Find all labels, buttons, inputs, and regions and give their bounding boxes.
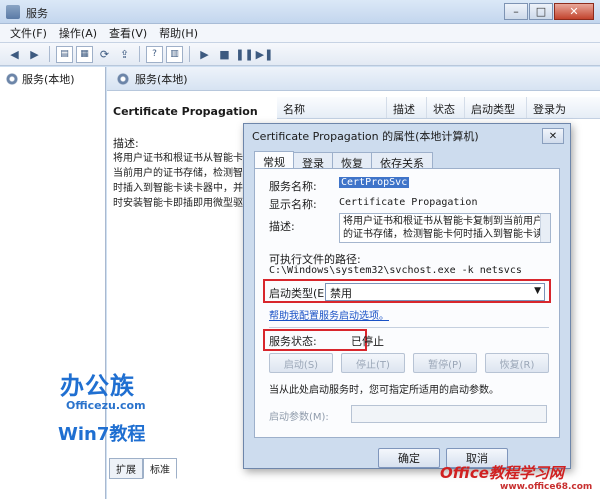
properties-icon[interactable]: ▦ [76, 45, 93, 63]
menu-bar: 文件(F) 操作(A) 查看(V) 帮助(H) [0, 24, 600, 43]
forward-arrow-icon[interactable]: ▶ [26, 46, 43, 63]
tree-item-label: 服务(本地) [22, 73, 75, 86]
menu-action[interactable]: 操作(A) [53, 25, 103, 41]
service-name-label: 服务名称: [269, 180, 317, 193]
stop-button[interactable]: 停止(T) [341, 353, 405, 373]
watermark-site: Officezu.com [66, 399, 146, 412]
gear-icon [117, 72, 129, 85]
gear-icon [6, 73, 18, 85]
description-text: 将用户证书和根证书从智能卡复 当前用户的证书存储，检测智能 时插入到智能卡读卡器… [113, 151, 263, 211]
column-status[interactable]: 状态 [427, 97, 465, 118]
stop-icon[interactable]: ■ [216, 46, 233, 63]
dialog-title: Certificate Propagation 的属性(本地计算机) [252, 130, 479, 143]
window-controls: – □ ✕ [504, 3, 594, 20]
description-scrollbar[interactable] [540, 214, 550, 242]
tree-item-local-services[interactable]: 服务(本地) [6, 71, 75, 87]
display-name-label: 显示名称: [269, 198, 317, 211]
maximize-button[interactable]: □ [529, 3, 553, 20]
watermark-win7: Win7教程 [58, 424, 146, 445]
window-title: 服务 [26, 7, 48, 20]
pane-header-title: 服务(本地) [135, 72, 188, 86]
startup-type-label: 启动类型(E): [269, 287, 333, 300]
configure-startup-link[interactable]: 帮助我配置服务启动选项。 [269, 307, 389, 322]
service-status-value: 已停止 [351, 335, 384, 348]
pause-button[interactable]: 暂停(P) [413, 353, 477, 373]
services-app-icon [6, 5, 20, 19]
dialog-close-button[interactable]: ✕ [542, 128, 564, 144]
startup-type-value: 禁用 [330, 287, 352, 300]
back-arrow-icon[interactable]: ◀ [6, 46, 23, 63]
refresh-icon[interactable]: ⟳ [96, 46, 113, 63]
description-line: 当前用户的证书存储，检测智能 [113, 168, 253, 179]
menu-file[interactable]: 文件(F) [4, 25, 53, 41]
close-button[interactable]: ✕ [554, 3, 594, 20]
display-name-value[interactable]: Certificate Propagation [339, 197, 477, 208]
exe-path-value[interactable]: C:\Windows\system32\svchost.exe -k netsv… [269, 265, 522, 276]
column-description[interactable]: 描述 [387, 97, 427, 118]
column-startup-type[interactable]: 启动类型 [465, 97, 527, 118]
play-icon[interactable]: ▶ [196, 46, 213, 63]
watermark-logo: 办公族 [60, 372, 135, 400]
toolbar-separator [189, 46, 190, 62]
tab-extended[interactable]: 扩展 [109, 458, 143, 479]
window-titlebar: 服务 – □ ✕ [0, 0, 600, 24]
toolbar: ◀ ▶ ▤ ▦ ⟳ ⇪ ? ▥ ▶ ■ ❚❚ ▶❚ [0, 43, 600, 66]
column-logon-as[interactable]: 登录为 [527, 97, 600, 118]
menu-view[interactable]: 查看(V) [103, 25, 153, 41]
column-name[interactable]: 名称 [277, 97, 387, 118]
help-icon[interactable]: ? [146, 45, 163, 63]
chevron-down-icon: ▼ [534, 286, 541, 296]
toolbar-separator [139, 46, 140, 62]
start-button[interactable]: 启动(S) [269, 353, 333, 373]
start-params-label: 启动参数(M): [269, 412, 329, 423]
toolbar-separator [49, 46, 50, 62]
resume-button[interactable]: 恢复(R) [485, 353, 549, 373]
show-pane-icon[interactable]: ▥ [166, 45, 183, 63]
pause-icon[interactable]: ❚❚ [235, 46, 253, 63]
menu-help[interactable]: 帮助(H) [153, 25, 204, 41]
restart-icon[interactable]: ▶❚ [256, 46, 274, 63]
description-line: 时安装智能卡即插即用微型驱动 [113, 198, 253, 209]
watermark-office: Office教程学习网 [440, 464, 564, 482]
description-label: 描述: [113, 137, 139, 150]
service-name-value[interactable]: CertPropSvc [339, 177, 410, 188]
description-field-label: 描述: [269, 220, 295, 233]
watermark-office-url: www.office68.com [500, 482, 593, 492]
description-line: 时插入到智能卡读卡器中，并在 [113, 183, 253, 194]
service-status-label: 服务状态: [269, 335, 317, 348]
console-tree-icon[interactable]: ▤ [56, 45, 73, 63]
view-tabs: 扩展 标准 [109, 458, 177, 479]
minimize-button[interactable]: – [504, 3, 528, 20]
pane-header: 服务(本地) [107, 67, 600, 91]
ok-button[interactable]: 确定 [378, 448, 440, 468]
start-params-input[interactable] [351, 405, 547, 423]
tab-standard[interactable]: 标准 [143, 458, 177, 479]
selected-service-title: Certificate Propagation [113, 105, 258, 118]
properties-dialog: Certificate Propagation 的属性(本地计算机) ✕ 常规 … [243, 123, 571, 469]
start-params-hint: 当从此处启动服务时，您可指定所适用的启动参数。 [269, 385, 499, 396]
description-field[interactable]: 将用户证书和根证书从智能卡复制到当前用户的证书存储，检测智能卡何时插入到智能卡读 [339, 213, 551, 243]
section-divider [269, 327, 549, 328]
description-line: 将用户证书和根证书从智能卡复 [113, 153, 253, 164]
startup-type-select[interactable]: 禁用 ▼ [325, 283, 545, 301]
description-field-text: 将用户证书和根证书从智能卡复制到当前用户的证书存储，检测智能卡何时插入到智能卡读 [343, 216, 543, 240]
general-tab-panel: 服务名称: CertPropSvc 显示名称: Certificate Prop… [254, 168, 560, 438]
service-list-header: 名称 描述 状态 启动类型 登录为 [277, 97, 600, 119]
export-list-icon[interactable]: ⇪ [116, 46, 133, 63]
